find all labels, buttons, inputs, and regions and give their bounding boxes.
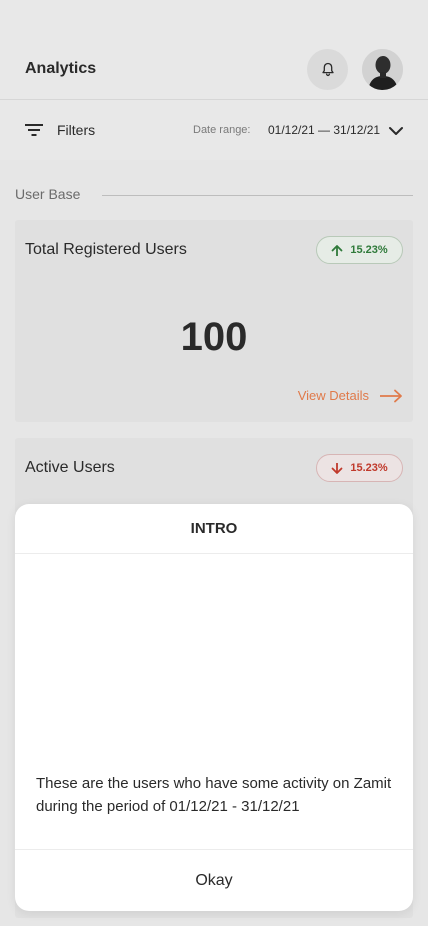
filter-bar: Filters Date range: 01/12/21 — 31/12/21 xyxy=(0,100,428,160)
section-divider xyxy=(102,195,413,196)
modal-title: INTRO xyxy=(15,504,413,554)
badge-value: 15.23% xyxy=(350,462,388,474)
section-title: User Base xyxy=(15,186,81,202)
date-range-label: Date range: xyxy=(193,124,251,136)
date-range-value[interactable]: 01/12/21 — 31/12/21 xyxy=(268,123,380,137)
chevron-down-icon[interactable] xyxy=(388,124,404,138)
page-title: Analytics xyxy=(25,60,97,77)
trend-badge-up: 15.23% xyxy=(316,236,403,264)
app-header: Analytics xyxy=(0,0,428,100)
badge-value: 15.23% xyxy=(350,244,388,256)
total-registered-users-card: Total Registered Users 15.23% 100 View D… xyxy=(15,220,413,422)
view-details-label: View Details xyxy=(297,388,369,403)
user-avatar-icon xyxy=(362,49,403,90)
arrow-right-icon xyxy=(380,389,402,402)
intro-modal: INTRO These are the users who have some … xyxy=(15,504,413,911)
arrow-up-icon xyxy=(331,244,343,256)
trend-badge-down: 15.23% xyxy=(316,454,403,482)
arrow-down-icon xyxy=(331,462,343,474)
card-title: Total Registered Users xyxy=(25,241,187,258)
notifications-button[interactable] xyxy=(307,49,348,90)
filters-button[interactable]: Filters xyxy=(57,122,95,138)
filter-icon[interactable] xyxy=(24,122,44,138)
okay-button[interactable]: Okay xyxy=(15,849,413,911)
avatar[interactable] xyxy=(362,49,403,90)
modal-body-text: These are the users who have some activi… xyxy=(36,775,392,815)
bell-icon xyxy=(321,62,334,77)
view-details-link[interactable]: View Details xyxy=(298,388,403,403)
metric-value: 100 xyxy=(180,315,248,359)
card-title: Active Users xyxy=(25,459,115,476)
